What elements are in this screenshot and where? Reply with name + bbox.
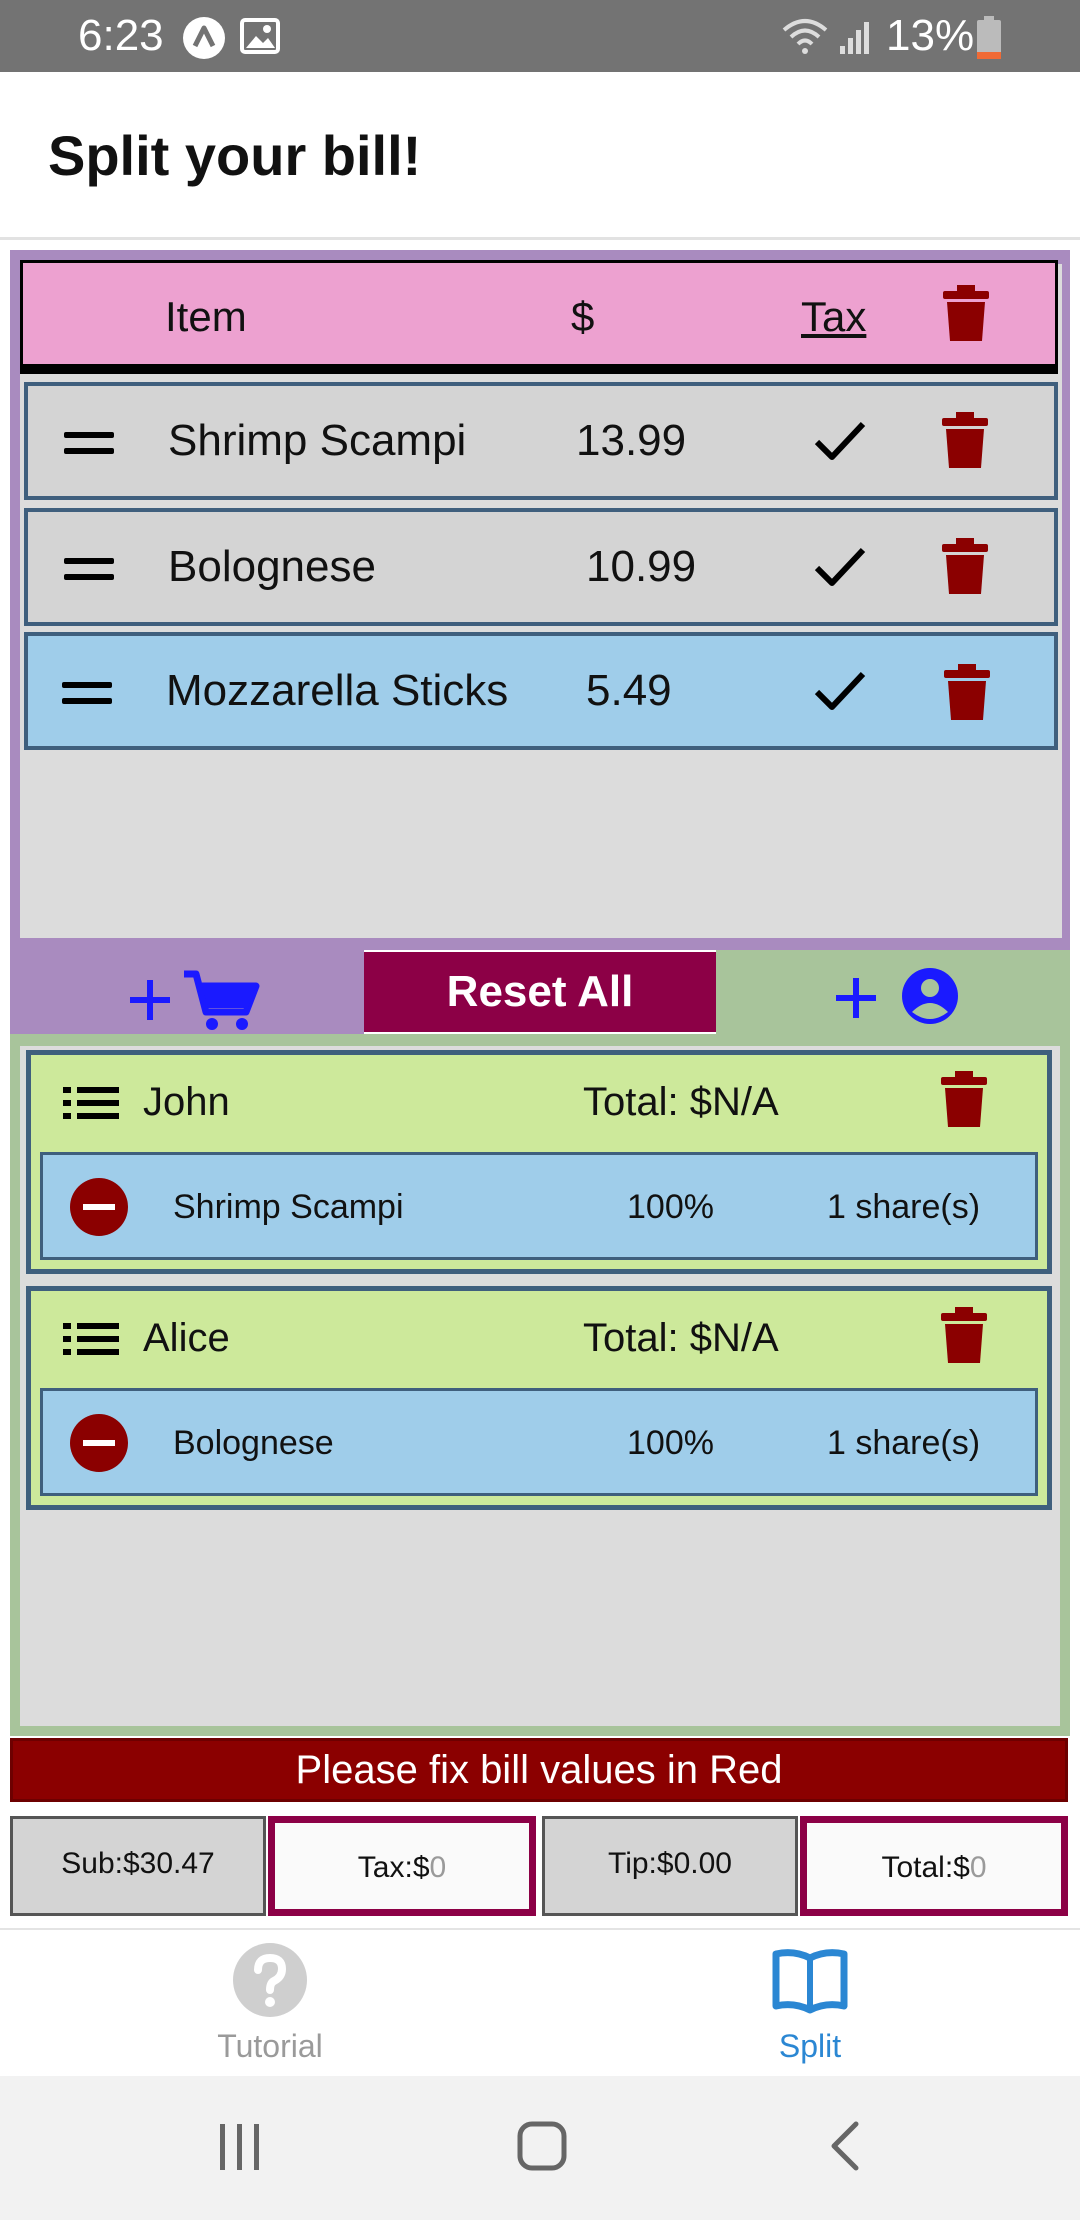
subtotal-box: Sub:$30.47 [10, 1816, 266, 1916]
person-name[interactable]: John [143, 1077, 230, 1127]
column-header-tax[interactable]: Tax [801, 291, 866, 343]
delete-person-icon[interactable] [941, 1307, 987, 1365]
item-name[interactable]: Shrimp Scampi [168, 414, 466, 468]
delete-item-icon[interactable] [942, 412, 988, 470]
status-time: 6:23 [78, 11, 164, 60]
assigned-item-shares[interactable]: 1 share(s) [827, 1421, 980, 1465]
assigned-item-row[interactable]: Shrimp Scampi 100% 1 share(s) [40, 1152, 1038, 1260]
tax-check-icon[interactable] [814, 420, 866, 462]
item-row[interactable]: Mozzarella Sticks 5.49 [24, 632, 1058, 750]
error-banner: Please fix bill values in Red [10, 1738, 1068, 1802]
tax-check-icon[interactable] [814, 670, 866, 712]
reset-all-button[interactable]: Reset All [364, 952, 716, 1032]
drag-handle-icon[interactable] [64, 558, 114, 580]
total-label: Total:$ [881, 1851, 970, 1884]
assigned-item-name: Shrimp Scampi [173, 1188, 404, 1226]
total-input[interactable]: Total:$0 [800, 1816, 1068, 1916]
wifi-icon [782, 19, 828, 54]
tax-check-icon[interactable] [814, 546, 866, 588]
add-person-icon[interactable] [834, 964, 964, 1028]
gallery-icon [240, 18, 280, 54]
delete-item-icon[interactable] [944, 664, 990, 722]
items-table-header: Item $ Tax [20, 260, 1058, 374]
column-header-price: $ [571, 293, 595, 340]
tab-tutorial-label: Tutorial [217, 2028, 323, 2064]
tab-split[interactable]: Split [730, 1938, 890, 2072]
tax-input[interactable]: Tax:$0 [268, 1816, 536, 1916]
tab-split-label: Split [778, 2028, 842, 2064]
tax-label: Tax:$ [357, 1851, 430, 1884]
assigned-item-percent[interactable]: 100% [627, 1421, 714, 1465]
home-icon[interactable] [516, 2120, 568, 2172]
delete-item-icon[interactable] [942, 538, 988, 596]
total-placeholder: 0 [969, 1851, 987, 1884]
item-name[interactable]: Bolognese [168, 540, 376, 594]
item-name[interactable]: Mozzarella Sticks [166, 664, 508, 718]
system-nav-bar [0, 2076, 1080, 2220]
bottom-nav: Tutorial Split [0, 1928, 1080, 2076]
assigned-item-shares[interactable]: 1 share(s) [827, 1185, 980, 1229]
add-item-cart-icon[interactable] [126, 970, 276, 1032]
remove-assignment-icon[interactable] [69, 1177, 129, 1237]
signal-icon [840, 22, 869, 54]
person-total: Total: $N/A [583, 1316, 779, 1360]
drag-handle-icon[interactable] [64, 432, 114, 454]
tab-tutorial[interactable]: Tutorial [190, 1938, 350, 2072]
status-bar: 6:23 13% [0, 0, 1080, 72]
app-notification-icon [183, 17, 225, 59]
item-row[interactable]: Bolognese 10.99 [24, 508, 1058, 626]
assigned-item-row[interactable]: Bolognese 100% 1 share(s) [40, 1388, 1038, 1496]
column-header-item: Item [165, 293, 247, 340]
drag-handle-icon[interactable] [62, 682, 112, 704]
app-header: Split your bill! [0, 72, 1080, 240]
person-total: Total: $N/A [583, 1080, 779, 1124]
remove-assignment-icon[interactable] [69, 1413, 129, 1473]
recent-apps-icon[interactable] [216, 2122, 264, 2172]
item-price[interactable]: 10.99 [586, 540, 696, 594]
delete-person-icon[interactable] [941, 1071, 987, 1129]
battery-icon [977, 16, 1001, 59]
person-name[interactable]: Alice [143, 1313, 230, 1363]
person-menu-icon[interactable] [63, 1087, 119, 1119]
item-price[interactable]: 5.49 [586, 664, 672, 718]
help-icon [233, 1943, 307, 2017]
add-person-area [716, 950, 1070, 1034]
item-price[interactable]: 13.99 [576, 414, 686, 468]
battery-percent: 13% [886, 11, 975, 60]
item-row[interactable]: Shrimp Scampi 13.99 [24, 382, 1058, 500]
back-icon[interactable] [824, 2120, 864, 2172]
assigned-item-percent[interactable]: 100% [627, 1185, 714, 1229]
book-icon [772, 1949, 848, 2014]
assigned-item-name: Bolognese [173, 1424, 334, 1462]
add-item-area [10, 950, 364, 1034]
tax-placeholder: 0 [429, 1851, 447, 1884]
page-title: Split your bill! [48, 124, 422, 187]
tip-box[interactable]: Tip:$0.00 [542, 1816, 798, 1916]
person-menu-icon[interactable] [63, 1323, 119, 1355]
delete-all-items-icon[interactable] [943, 285, 989, 343]
